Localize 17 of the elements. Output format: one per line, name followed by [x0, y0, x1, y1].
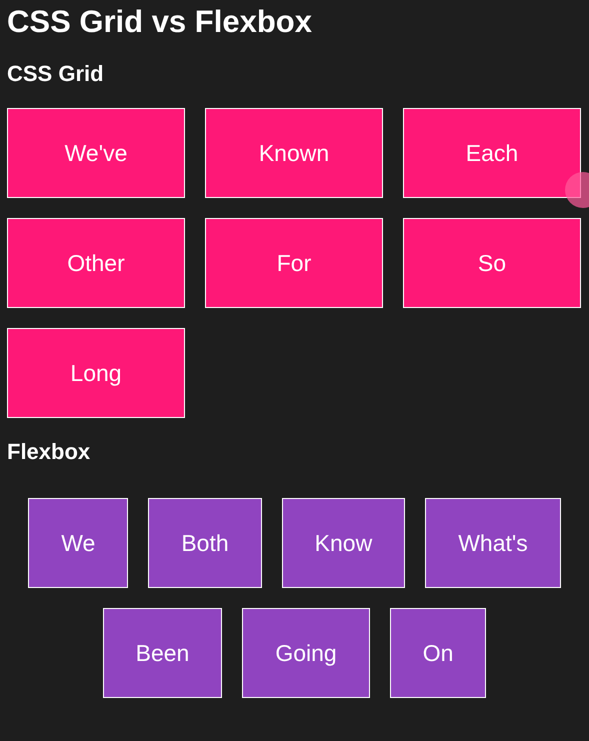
flex-item: Going	[242, 608, 370, 698]
section-heading: Flexbox	[7, 438, 90, 466]
section-heading: CSS Grid	[7, 60, 104, 88]
flex-item: We	[28, 498, 128, 588]
flex-item: Both	[148, 498, 262, 588]
grid-item: Long	[7, 328, 185, 418]
grid-item: Other	[7, 218, 185, 308]
flex-item: Been	[102, 608, 222, 698]
flex-item: Know	[282, 498, 406, 588]
flex-item: What's	[425, 498, 561, 588]
grid-item: We've	[7, 108, 185, 198]
flex-item: On	[390, 608, 486, 698]
grid-item: So	[403, 218, 581, 308]
page-title: CSS Grid vs Flexbox	[7, 3, 312, 41]
grid-item: For	[205, 218, 383, 308]
grid-item: Known	[205, 108, 383, 198]
grid-item: Each	[403, 108, 581, 198]
